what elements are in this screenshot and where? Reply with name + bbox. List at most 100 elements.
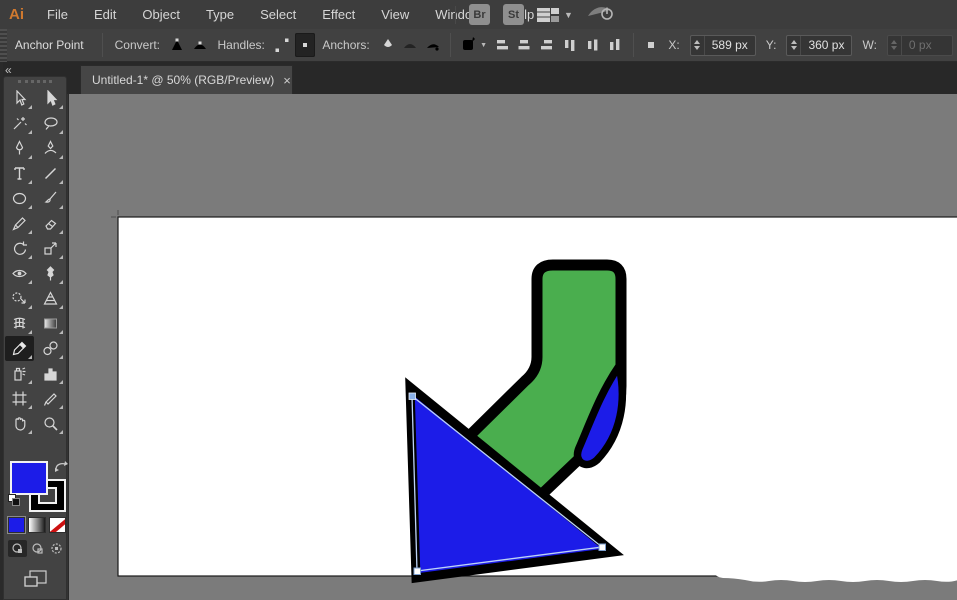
anchor-handle-bottom-right[interactable] — [599, 544, 606, 551]
bridge-button[interactable]: Br — [469, 4, 490, 25]
color-button[interactable] — [8, 517, 25, 533]
align-right-button[interactable] — [537, 33, 558, 57]
tool-rotate[interactable] — [5, 236, 34, 261]
menu-object[interactable]: Object — [129, 0, 193, 29]
document-tab[interactable]: Untitled-1* @ 50% (RGB/Preview) × — [80, 65, 293, 94]
tool-slice[interactable] — [36, 386, 65, 411]
collapse-panel-button[interactable]: « — [5, 63, 12, 77]
convert-to-smooth-button[interactable] — [190, 33, 211, 57]
anchor-point-reference-icon — [641, 33, 662, 57]
drawing-mode-row — [8, 540, 66, 557]
document-canvas[interactable] — [68, 94, 957, 600]
tool-scale[interactable] — [36, 236, 65, 261]
tool-blend[interactable] — [36, 336, 65, 361]
align-vertical-center-button[interactable] — [582, 33, 603, 57]
anchor-handle-top[interactable] — [409, 393, 416, 400]
draw-normal-button[interactable] — [8, 540, 27, 557]
tool-puppet-warp[interactable] — [36, 261, 65, 286]
tool-artboard[interactable] — [5, 386, 34, 411]
tool-column-graph[interactable] — [36, 361, 65, 386]
illustrator-window: Ai File Edit Object Type Select Effect V… — [0, 0, 957, 600]
fill-color-swatch[interactable] — [10, 461, 48, 495]
tool-hand[interactable] — [5, 411, 34, 436]
menu-view[interactable]: View — [368, 0, 422, 29]
align-bottom-button[interactable] — [605, 33, 626, 57]
convert-to-corner-button[interactable] — [167, 33, 188, 57]
tool-mesh[interactable] — [5, 311, 34, 336]
tool-gradient[interactable] — [36, 311, 65, 336]
y-label: Y: — [760, 38, 783, 52]
y-stepper[interactable] — [787, 36, 801, 55]
none-button[interactable] — [49, 517, 66, 533]
tool-type[interactable] — [5, 161, 34, 186]
x-label: X: — [662, 38, 685, 52]
tool-shape-builder[interactable] — [5, 286, 34, 311]
anchor-handle-bottom-left[interactable] — [414, 568, 421, 575]
tool-shaper[interactable] — [5, 211, 34, 236]
share-power-icon[interactable] — [586, 3, 616, 26]
tool-perspective-grid[interactable] — [36, 286, 65, 311]
w-stepper — [888, 36, 902, 55]
show-handles-button[interactable] — [272, 33, 293, 57]
tool-symbol-sprayer[interactable] — [5, 361, 34, 386]
align-top-button[interactable] — [559, 33, 580, 57]
color-mode-fill — [9, 518, 24, 532]
tools-panel — [3, 76, 67, 600]
control-bar: Anchor Point Convert: Handles: Anchors: … — [0, 29, 957, 62]
align-horizontal-center-button[interactable] — [514, 33, 535, 57]
change-screen-mode-button[interactable] — [22, 569, 50, 589]
draw-inside-button[interactable] — [47, 540, 66, 557]
menu-effect[interactable]: Effect — [309, 0, 368, 29]
tool-paintbrush[interactable] — [36, 186, 65, 211]
tool-eyedropper[interactable] — [5, 336, 34, 361]
divider — [633, 33, 634, 57]
menu-file[interactable]: File — [34, 0, 81, 29]
y-field[interactable]: 360 px — [786, 35, 852, 56]
white-wavy-shape[interactable] — [713, 562, 957, 582]
tools-panel-grip[interactable] — [18, 80, 52, 84]
tool-zoom[interactable] — [36, 411, 65, 436]
tool-magic-wand[interactable] — [5, 111, 34, 136]
w-label: W: — [856, 38, 882, 52]
artboard-corner-mark — [111, 210, 118, 217]
menu-type[interactable]: Type — [193, 0, 247, 29]
tool-lasso[interactable] — [36, 111, 65, 136]
tool-direct-selection[interactable] — [36, 86, 65, 111]
x-value[interactable]: 589 px — [705, 38, 755, 52]
close-tab-icon[interactable]: × — [274, 73, 300, 88]
document-tab-title: Untitled-1* @ 50% (RGB/Preview) — [81, 73, 274, 87]
tool-pen[interactable] — [5, 136, 34, 161]
swap-fill-stroke-icon[interactable] — [54, 460, 68, 478]
tool-curvature[interactable] — [36, 136, 65, 161]
y-value[interactable]: 360 px — [801, 38, 851, 52]
x-stepper[interactable] — [691, 36, 705, 55]
context-title: Anchor Point — [7, 38, 96, 52]
add-anchor-button[interactable] — [377, 33, 398, 57]
x-field[interactable]: 589 px — [690, 35, 756, 56]
default-fill-stroke-icon[interactable] — [8, 494, 21, 507]
tool-width[interactable] — [5, 261, 34, 286]
tool-line-segment[interactable] — [36, 161, 65, 186]
cut-path-button[interactable] — [422, 33, 443, 57]
menu-edit[interactable]: Edit — [81, 0, 129, 29]
divider — [450, 33, 451, 57]
gradient-button[interactable] — [28, 517, 45, 533]
menu-bar: Ai File Edit Object Type Select Effect V… — [0, 0, 957, 29]
tool-ellipse[interactable] — [5, 186, 34, 211]
controlbar-grip[interactable] — [0, 29, 7, 62]
workspace-switcher-icon[interactable]: ▼ — [537, 8, 573, 22]
illustrator-logo: Ai — [0, 6, 34, 23]
hide-handles-button[interactable] — [295, 33, 316, 57]
align-left-button[interactable] — [491, 33, 512, 57]
w-field: 0 px — [887, 35, 953, 56]
handles-label: Handles: — [212, 38, 271, 52]
tool-eraser[interactable] — [36, 211, 65, 236]
transform-artboard-button[interactable]: ▼ — [458, 33, 489, 57]
chevron-down-icon: ▼ — [564, 10, 573, 20]
stock-button[interactable]: St — [503, 4, 524, 25]
fill-color — [12, 463, 46, 493]
draw-behind-button[interactable] — [28, 540, 47, 557]
remove-anchor-button[interactable] — [399, 33, 420, 57]
menu-select[interactable]: Select — [247, 0, 309, 29]
tool-selection[interactable] — [5, 86, 34, 111]
